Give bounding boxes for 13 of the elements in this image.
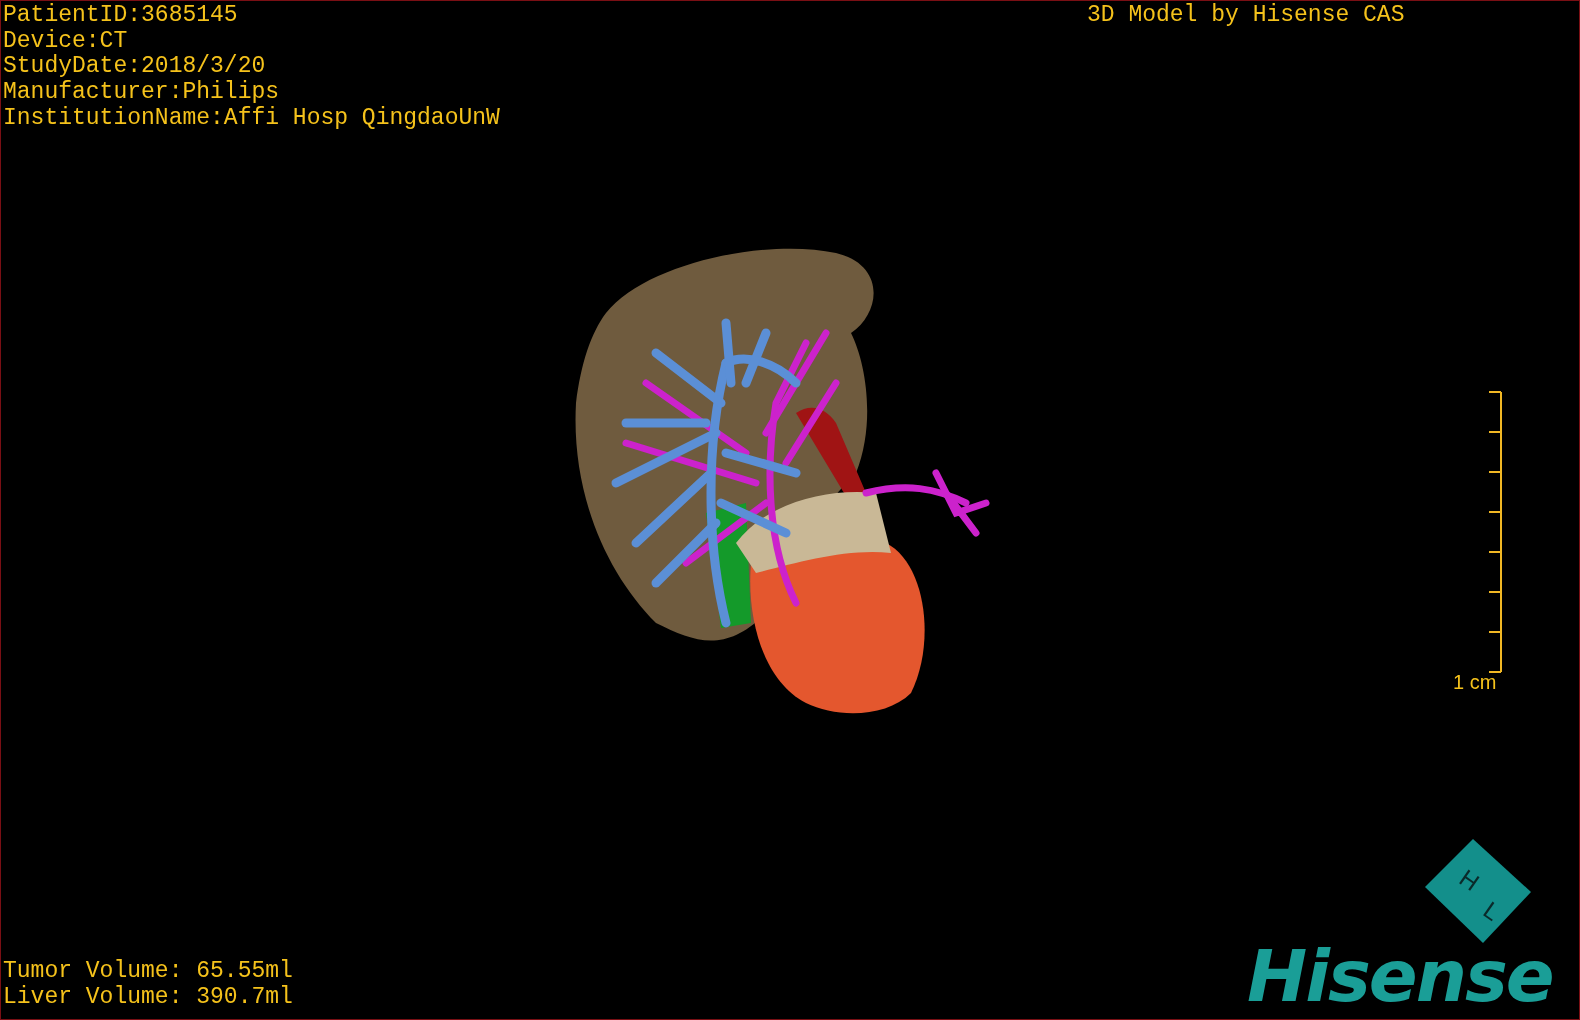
patient-info-text: Device:CT [3, 28, 129, 54]
orientation-cube[interactable] [1425, 839, 1531, 943]
cube-face-label: L [1478, 895, 1506, 926]
scale-bar-label: 1 cm [1453, 671, 1497, 693]
volume-text: Liver Volume: 390.7ml [3, 984, 293, 1011]
patient-info-text: Manufacturer:Philips [3, 80, 281, 106]
patient-info-text: InstitutionName:Affi Hosp QingdaoUnW [3, 105, 500, 132]
logo-wordmark: Hisense [1247, 937, 1553, 1015]
viewer-title: 3D Model by Hisense CAS [1087, 3, 1405, 29]
patient-info-text: StudyDate:2018/3/20 [3, 54, 267, 80]
cube-face-label: H [1454, 863, 1485, 896]
patient-info-text: PatientID:3685145 [3, 3, 239, 29]
volume-text: Tumor Volume: 65.55ml [3, 959, 293, 985]
